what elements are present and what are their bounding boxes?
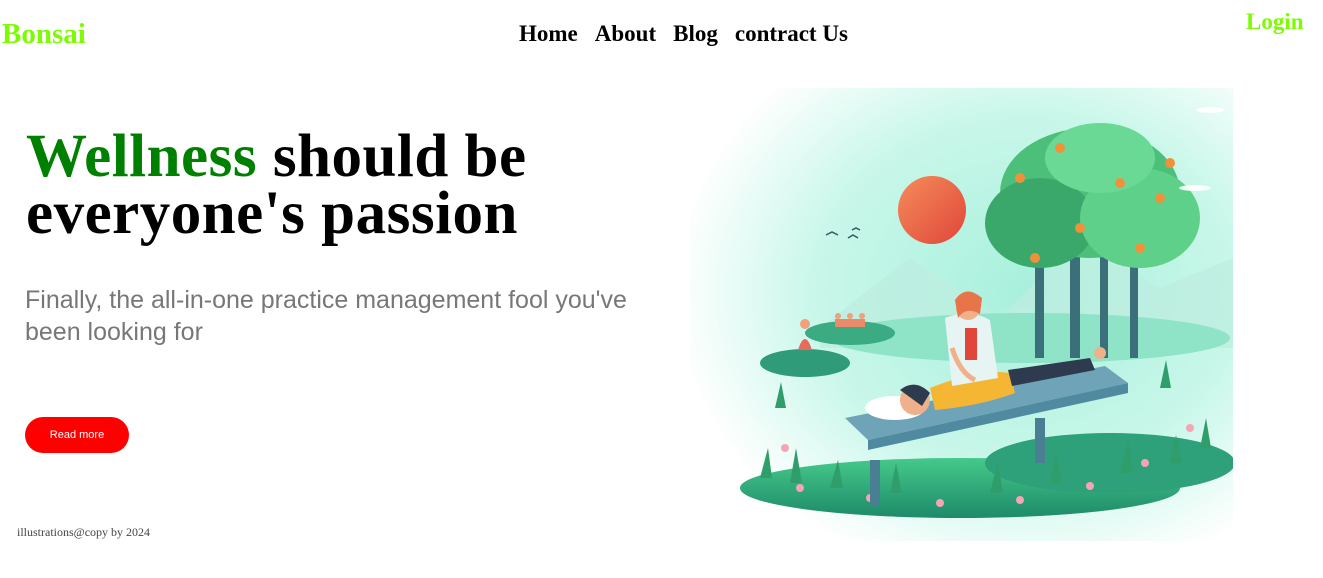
login-link[interactable]: Login xyxy=(1246,6,1304,38)
read-more-button[interactable]: Read more xyxy=(25,417,129,453)
nav-about[interactable]: About xyxy=(595,18,656,50)
hero-title-line2: everyone's passion xyxy=(26,180,518,247)
illustration-credit: illustrations@copy by 2024 xyxy=(17,525,151,539)
brand-logo[interactable]: Bonsai xyxy=(2,16,86,52)
main-nav: Home About Blog contract Us xyxy=(519,18,848,50)
nav-blog[interactable]: Blog xyxy=(673,18,718,50)
nav-contact[interactable]: contract Us xyxy=(735,18,848,50)
hero-subtitle: Finally, the all-in-one practice managem… xyxy=(25,286,627,346)
sun xyxy=(898,176,966,244)
nav-home[interactable]: Home xyxy=(519,18,578,50)
hero-title: Wellness should be everyone's passion xyxy=(26,126,527,244)
wellness-illustration xyxy=(690,88,1233,541)
